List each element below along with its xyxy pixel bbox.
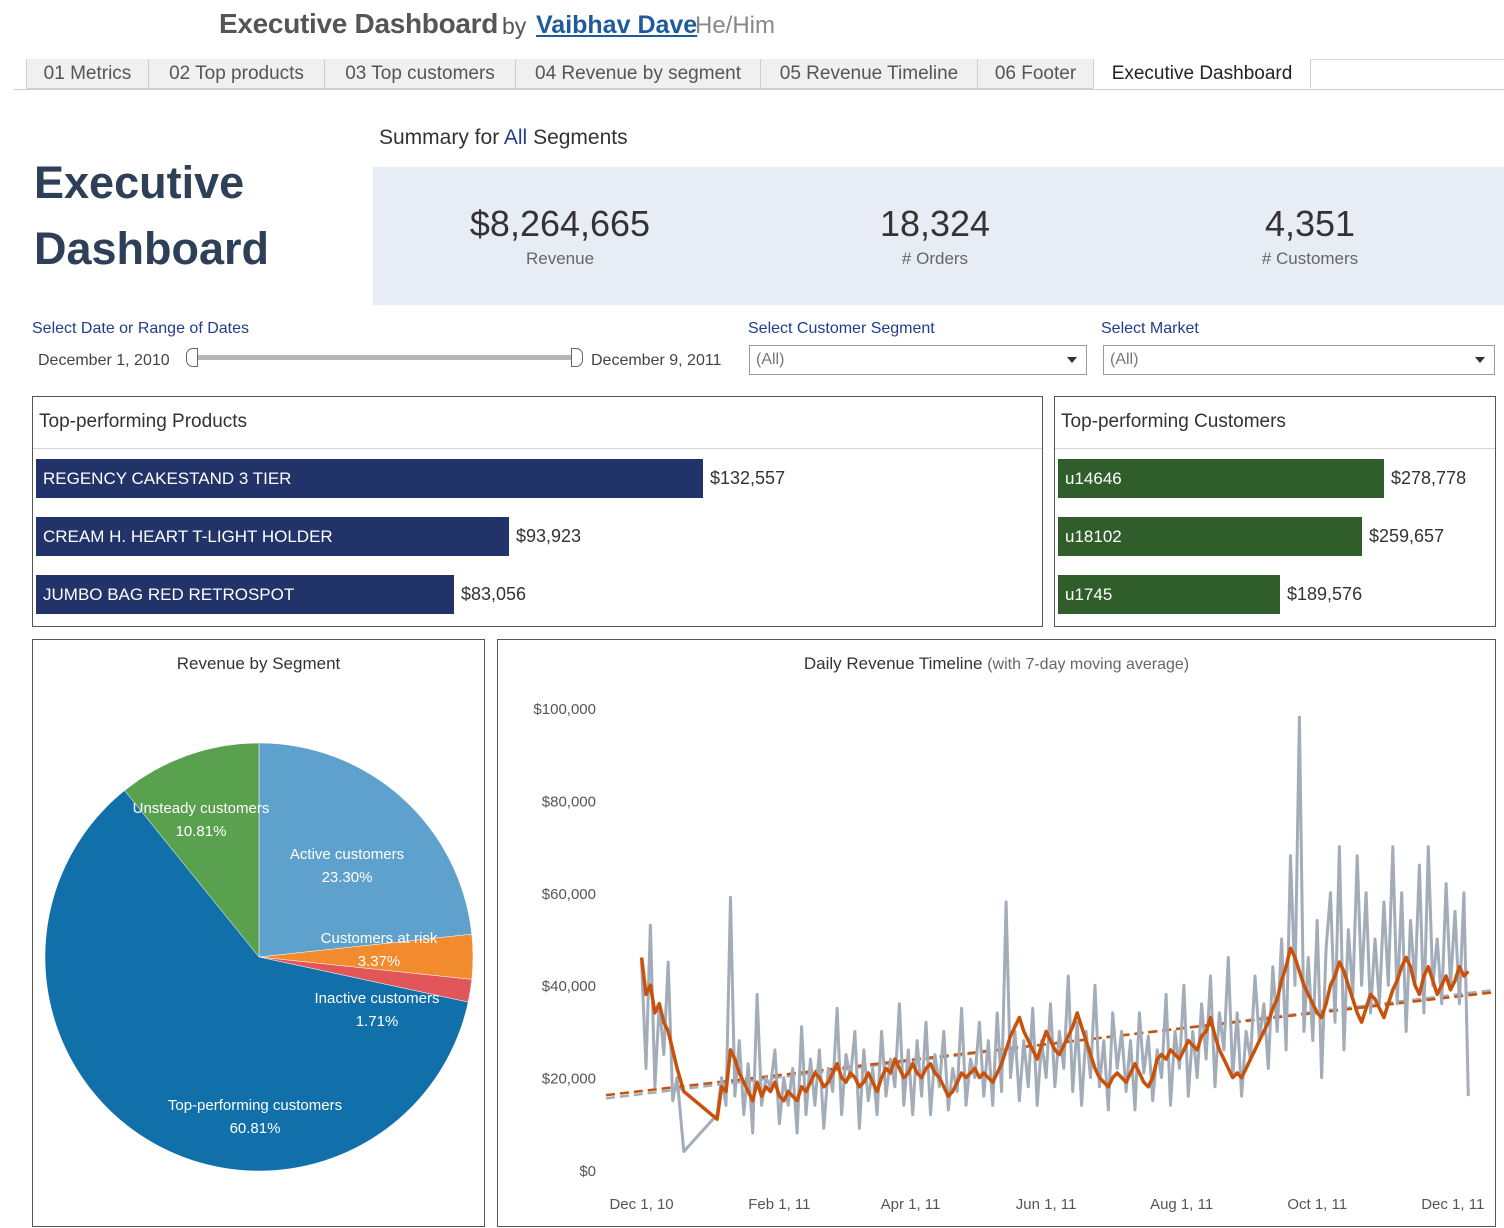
kpi-label: Revenue	[525, 249, 595, 268]
tab-02-top-products[interactable]: 02 Top products	[148, 59, 325, 89]
x-tick-label: Dec 1, 11	[1421, 1196, 1484, 1213]
product-bar-value: $83,056	[461, 584, 527, 604]
top-products-panel: Top-performing Products REGENCY CAKESTAN…	[32, 396, 1043, 627]
x-tick-label: Aug 1, 11	[1150, 1196, 1213, 1213]
chevron-down-icon	[1475, 357, 1485, 363]
revenue-by-segment-panel: Revenue by Segment Active customers 23.30…	[32, 639, 485, 1227]
customer-bar-value: $189,576	[1287, 584, 1363, 604]
summary-heading: Summary for All Segments	[379, 126, 628, 150]
kpi-revenue: $8,264,665 Revenue	[410, 203, 710, 269]
pie-slice-percent: 23.30%	[322, 869, 373, 886]
kpi-panel: $8,264,665 Revenue 18,324 # Orders 4,351…	[373, 167, 1504, 305]
kpi-value: $8,264,665	[469, 203, 651, 244]
tab-01-metrics[interactable]: 01 Metrics	[26, 59, 149, 89]
customer-bar-value: $259,657	[1369, 526, 1445, 546]
y-tick-label: $0	[579, 1163, 596, 1180]
kpi-label: # Customers	[1261, 249, 1359, 268]
tab-executive-dashboard[interactable]: Executive Dashboard	[1093, 59, 1311, 89]
x-tick-label: Dec 1, 10	[609, 1196, 673, 1213]
pie-chart: Active customers 23.30% Customers at risk 3…	[44, 742, 474, 1172]
customer-bar[interactable]: u18102	[1058, 517, 1362, 556]
y-tick-label: $80,000	[542, 793, 596, 810]
product-bar[interactable]: JUMBO BAG RED RETROSPOT	[36, 575, 454, 614]
workbook-title: Executive Dashboard	[219, 8, 499, 39]
segment-filter-label: Select Customer Segment	[748, 320, 935, 337]
dashboard-title-line2: Dashboard	[34, 223, 270, 274]
pie-slice-percent: 10.81%	[176, 823, 227, 840]
tab-05-revenue-timeline[interactable]: 05 Revenue Timeline	[760, 59, 978, 89]
date-start-label: December 1, 2010	[38, 352, 170, 369]
y-tick-label: $100,000	[533, 701, 596, 718]
pie-slice-percent: 60.81%	[230, 1120, 281, 1137]
top-customers-panel: Top-performing Customers u14646 $278,778 u…	[1054, 396, 1496, 627]
x-tick-label: Feb 1, 11	[748, 1196, 810, 1213]
pie-slice-percent: 1.71%	[356, 1013, 399, 1030]
x-tick-label: Apr 1, 11	[881, 1196, 941, 1213]
product-bar[interactable]: CREAM H. HEART T-LIGHT HOLDER	[36, 517, 509, 556]
product-bar-value: $132,557	[710, 468, 786, 488]
tab-04-revenue-by-segment[interactable]: 04 Revenue by segment	[515, 59, 761, 89]
pie-slice-label: Unsteady customers	[133, 800, 270, 817]
top-customers-title: Top-performing Customers	[1061, 411, 1286, 432]
slider-start-handle[interactable]	[186, 348, 198, 367]
date-end-label: December 9, 2011	[591, 352, 722, 369]
segment-dropdown[interactable]: (All)	[749, 345, 1087, 375]
x-tick-label: Jun 1, 11	[1016, 1196, 1077, 1213]
dashboard-title-line1: Executive	[34, 157, 245, 208]
customer-bar[interactable]: u1745	[1058, 575, 1280, 614]
kpi-value: 4,351	[1264, 203, 1356, 244]
segment-dropdown-value: (All)	[756, 351, 785, 368]
market-dropdown-value: (All)	[1110, 351, 1139, 368]
x-tick-label: Oct 1, 11	[1287, 1196, 1347, 1213]
pie-slice-label: Active customers	[290, 846, 404, 863]
y-tick-label: $60,000	[542, 886, 596, 903]
author-pronouns: He/Him	[695, 12, 776, 39]
slider-end-handle[interactable]	[571, 348, 583, 367]
customer-bar-value: $278,778	[1391, 468, 1467, 488]
panel-divider	[33, 448, 1042, 449]
kpi-value: 18,324	[879, 203, 991, 244]
tab-03-top-customers[interactable]: 03 Top customers	[324, 59, 516, 89]
by-label: by	[502, 13, 527, 39]
pie-slice-label: Customers at risk	[321, 930, 438, 947]
summary-suffix: Segments	[533, 126, 628, 149]
chevron-down-icon	[1067, 357, 1077, 363]
author-link[interactable]: Vaibhav Dave	[536, 11, 697, 40]
product-bar-value: $93,923	[516, 526, 582, 546]
date-filter-label: Select Date or Range of Dates	[32, 320, 250, 337]
summary-prefix: Summary for	[379, 126, 500, 149]
kpi-customers: 4,351 # Customers	[1160, 203, 1460, 269]
y-tick-label: $40,000	[542, 978, 596, 995]
pie-slice-label: Inactive customers	[314, 990, 439, 1007]
market-dropdown[interactable]: (All)	[1103, 345, 1495, 375]
tab-06-footer[interactable]: 06 Footer	[977, 59, 1094, 89]
pie-slice-label: Top-performing customers	[168, 1097, 342, 1114]
market-filter-label: Select Market	[1101, 320, 1199, 337]
revenue-timeline-panel: Daily Revenue Timeline (with 7-day movin…	[497, 639, 1496, 1227]
sheet-tab-bar: 01 Metrics 02 Top products 03 Top custom…	[14, 59, 1504, 90]
pie-slice-percent: 3.37%	[358, 953, 401, 970]
product-bar[interactable]: REGENCY CAKESTAND 3 TIER	[36, 459, 703, 498]
date-range-slider[interactable]	[190, 355, 577, 360]
top-products-title: Top-performing Products	[39, 411, 248, 432]
dashboard-title: Executive Dashboard	[34, 150, 269, 282]
summary-segment: All	[503, 126, 528, 149]
customer-bar[interactable]: u14646	[1058, 459, 1384, 498]
line-chart: $0 $20,000 $40,000 $60,000 $80,000 $100,000 De…	[533, 701, 1495, 1213]
kpi-orders: 18,324 # Orders	[785, 203, 1085, 269]
kpi-label: # Orders	[901, 249, 969, 268]
panel-divider	[1055, 448, 1495, 449]
y-tick-label: $20,000	[542, 1071, 596, 1088]
